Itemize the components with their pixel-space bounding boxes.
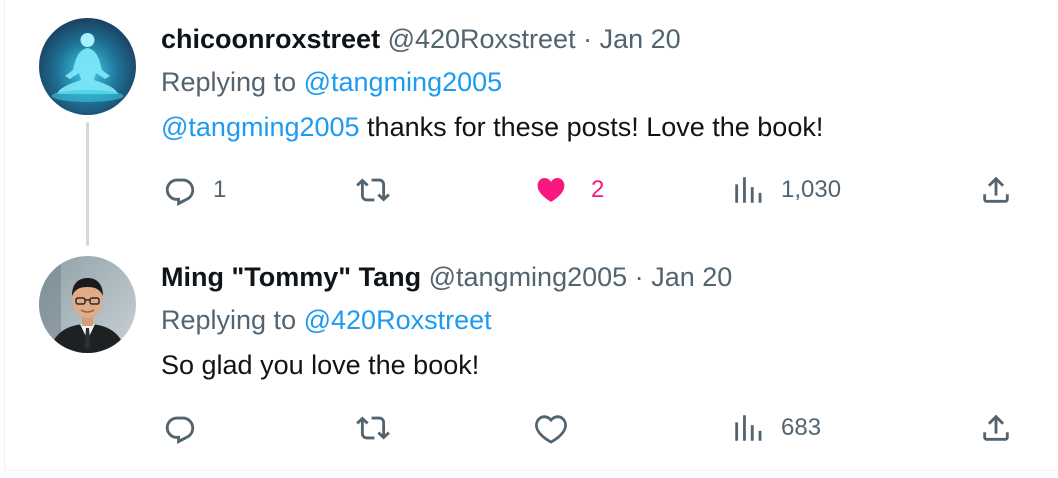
user-handle[interactable]: @420Roxstreet	[388, 24, 576, 54]
tweet-action-bar: 1 2 1,030	[161, 170, 1041, 210]
tweet-text: So glad you love the book!	[161, 348, 479, 382]
reply-icon	[165, 178, 195, 207]
tweet-action-bar: 683	[161, 408, 1041, 448]
tweet-date[interactable]: Jan 20	[600, 24, 681, 54]
separator-dot: ·	[583, 24, 593, 54]
replying-to-mention-link[interactable]: @tangming2005	[304, 67, 503, 97]
tweet-text: @tangming2005 thanks for these posts! Lo…	[161, 110, 823, 144]
reply-icon	[165, 416, 195, 445]
person-photo-avatar-icon	[39, 256, 136, 353]
replying-to-label: Replying to	[161, 67, 297, 97]
tweet-header: chicoonroxstreet @420Roxstreet · Jan 20	[161, 22, 681, 56]
share-button[interactable]	[979, 408, 1013, 448]
separator-dot: ·	[634, 262, 644, 292]
analytics-bars-icon	[735, 177, 762, 203]
replying-to-label: Replying to	[161, 305, 297, 335]
tweet-date[interactable]: Jan 20	[651, 262, 732, 292]
retweet-icon	[356, 178, 390, 202]
like-count: 2	[591, 176, 605, 203]
share-button[interactable]	[979, 170, 1013, 210]
reply-button[interactable]: 1	[163, 170, 226, 210]
avatar[interactable]	[39, 18, 136, 115]
retweet-button[interactable]	[356, 408, 406, 448]
analytics-bars-icon	[735, 415, 762, 441]
replying-to-line: Replying to @tangming2005	[161, 65, 502, 99]
tweet-body: So glad you love the book!	[161, 350, 480, 380]
replying-to-mention-link[interactable]: @420Roxstreet	[304, 305, 492, 335]
heart-outline-icon	[535, 415, 567, 444]
meditation-silhouette-avatar-icon	[39, 18, 136, 115]
avatar[interactable]	[39, 256, 136, 353]
conversation-thread: chicoonroxstreet @420Roxstreet · Jan 20 …	[4, 0, 1057, 471]
view-count: 1,030	[781, 176, 842, 203]
heart-filled-icon	[537, 178, 565, 202]
tweet[interactable]: Ming "Tommy" Tang @tangming2005 · Jan 20…	[5, 238, 1057, 470]
thread-connector-line	[86, 122, 89, 246]
user-handle[interactable]: @tangming2005	[429, 262, 628, 292]
share-upload-icon	[983, 176, 1009, 203]
display-name[interactable]: chicoonroxstreet	[161, 24, 380, 54]
display-name[interactable]: Ming "Tommy" Tang	[161, 262, 421, 292]
tweet[interactable]: chicoonroxstreet @420Roxstreet · Jan 20 …	[5, 0, 1057, 246]
reply-count: 1	[213, 176, 227, 203]
share-upload-icon	[983, 414, 1009, 441]
views-button[interactable]: 1,030	[731, 170, 841, 210]
like-button[interactable]: 2	[533, 170, 604, 210]
views-button[interactable]: 683	[731, 408, 821, 448]
tweet-body: thanks for these posts! Love the book!	[359, 112, 824, 142]
reply-button[interactable]	[163, 408, 213, 448]
retweet-button[interactable]	[356, 170, 406, 210]
tweet-header: Ming "Tommy" Tang @tangming2005 · Jan 20	[161, 260, 732, 294]
retweet-icon	[356, 416, 390, 440]
like-button[interactable]	[533, 408, 591, 448]
replying-to-line: Replying to @420Roxstreet	[161, 303, 492, 337]
tweet-mention-link[interactable]: @tangming2005	[161, 112, 360, 142]
view-count: 683	[781, 414, 822, 441]
